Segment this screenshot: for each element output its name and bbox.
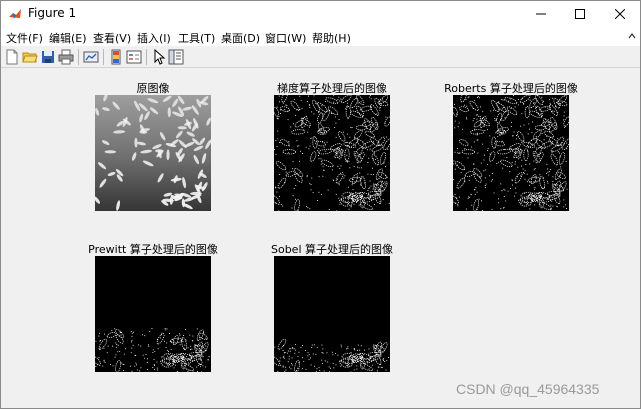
toolbar-separator (146, 49, 147, 65)
new-file-icon[interactable] (4, 49, 20, 65)
title-bar[interactable]: Figure 1 (1, 1, 640, 27)
save-icon[interactable] (40, 49, 56, 65)
open-folder-icon[interactable] (22, 49, 38, 65)
colorbar-icon[interactable] (108, 49, 124, 65)
pointer-icon[interactable] (151, 49, 167, 65)
panel-title-gradient: 梯度算子处理后的图像 (277, 82, 387, 95)
toolbar-separator (78, 49, 79, 65)
figure-window: Figure 1 文件(F) 编辑(E) 查看(V) 插入(I) 工具(T) 桌… (0, 0, 641, 409)
sobel-image (274, 256, 390, 372)
link-plot-icon[interactable] (83, 49, 99, 65)
legend-icon[interactable] (126, 49, 142, 65)
prewitt-image (95, 256, 211, 372)
close-button[interactable] (601, 1, 639, 27)
property-inspector-icon[interactable] (168, 49, 184, 65)
figure-canvas: 原图像 梯度算子处理后的图像 Roberts 算子处理后的图像 Prewitt … (1, 68, 640, 408)
panel-title-sobel: Sobel 算子处理后的图像 (270, 243, 393, 256)
menu-tools[interactable]: 工具(T) (178, 30, 215, 46)
gradient-image (274, 95, 390, 211)
panel-title-roberts: Roberts 算子处理后的图像 (444, 82, 578, 95)
menu-desktop[interactable]: 桌面(D) (221, 30, 260, 46)
panel-title-original: 原图像 (136, 82, 170, 95)
toolbar-separator (103, 49, 104, 65)
menu-bar: 文件(F) 编辑(E) 查看(V) 插入(I) 工具(T) 桌面(D) 窗口(W… (1, 27, 640, 46)
window-title: Figure 1 (28, 6, 77, 20)
menu-insert[interactable]: 插入(I) (137, 30, 171, 46)
close-icon (615, 9, 625, 19)
menu-file[interactable]: 文件(F) (6, 30, 43, 46)
menu-window[interactable]: 窗口(W) (265, 30, 306, 46)
menu-edit[interactable]: 编辑(E) (49, 30, 87, 46)
maximize-button[interactable] (561, 1, 599, 27)
minimize-icon (536, 13, 546, 15)
maximize-icon (575, 9, 585, 19)
figure-toolbar (1, 46, 640, 68)
menu-view[interactable]: 查看(V) (93, 30, 131, 46)
print-icon[interactable] (58, 49, 74, 65)
panel-title-prewitt: Prewitt 算子处理后的图像 (88, 243, 218, 256)
minimize-button[interactable] (522, 1, 560, 27)
collapse-toolbar-icon[interactable] (627, 31, 637, 41)
watermark-text: CSDN @qq_45964335 (456, 381, 600, 397)
roberts-image (453, 95, 569, 211)
matlab-logo-icon (8, 7, 22, 21)
menu-help[interactable]: 帮助(H) (312, 30, 351, 46)
original-image (95, 95, 211, 211)
